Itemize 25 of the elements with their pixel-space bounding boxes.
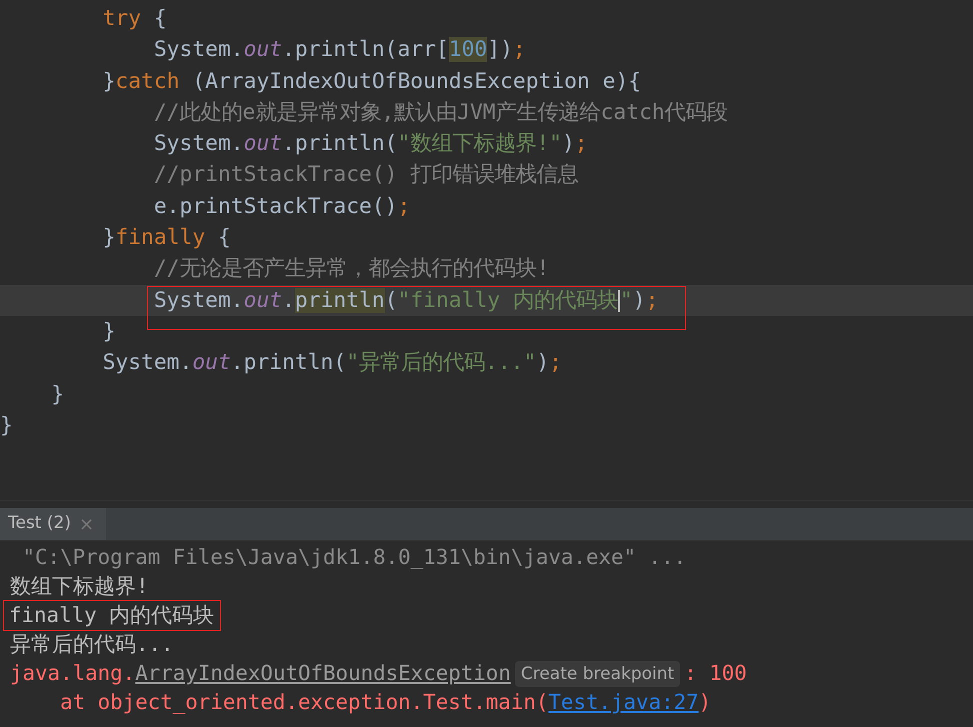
code-line: System.out.println("finally 内的代码块"); (152, 288, 658, 313)
code-line: } (50, 382, 64, 407)
text-cursor (618, 290, 620, 312)
code-line: try { (102, 6, 167, 31)
code-line: //无论是否产生异常，都会执行的代码块! (152, 256, 550, 282)
code-line: //printStackTrace() 打印错误堆栈信息 (152, 162, 578, 188)
class-link[interactable]: ArrayIndexOutOfBoundsException (135, 661, 511, 685)
tab-label: Test (2) (8, 512, 71, 536)
console-line: "C:\Program Files\Java\jdk1.8.0_131\bin\java.exe" ... (22, 544, 688, 571)
code-line: System.out.println("数组下标越界!"); (152, 131, 588, 156)
code-line: //此处的e就是异常对象,默认由JVM产生传递给catch代码段 (152, 100, 728, 125)
code-line: }finally { (102, 225, 231, 250)
tooltip: Create breakpoint (514, 661, 680, 688)
source-link[interactable]: Test.java:27 (548, 690, 699, 714)
console-line: 数组下标越界! (9, 573, 150, 600)
run-tab[interactable]: Test (2) × (0, 508, 106, 540)
code-line: }catch (ArrayIndexOutOfBoundsException e){ (102, 68, 642, 94)
code-line: System.out.println("异常后的代码..."); (102, 350, 562, 376)
console-line: at object_oriented.exception.Test.main(Test.java:27) (59, 689, 712, 716)
code-line: } (0, 412, 13, 438)
code-line: System.out.println(arr[100]); (152, 37, 526, 62)
console-line: 异常后的代码... (9, 631, 175, 658)
code-line: e.printStackTrace(); (152, 194, 410, 219)
console-line: java.lang.ArrayIndexOutOfBoundsException Create breakpoint : 100 (9, 658, 754, 689)
code-line: } (102, 318, 116, 344)
